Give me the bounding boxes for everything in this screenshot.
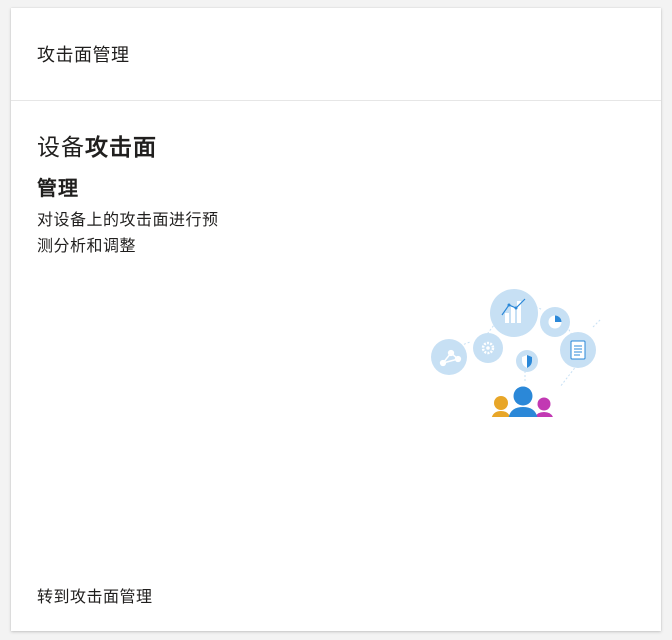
hero-title-line2: 管理 xyxy=(37,176,79,200)
pie-chart-icon xyxy=(540,307,570,337)
gear-icon xyxy=(473,333,503,363)
attack-surface-illustration xyxy=(431,289,602,417)
people-icon xyxy=(491,386,553,417)
hero-description: 对设备上的攻击面进行预测分析和调整 xyxy=(37,210,219,255)
share-node-icon xyxy=(431,339,467,375)
bar-chart-icon xyxy=(490,289,538,337)
card-header: 攻击面管理 xyxy=(11,8,661,101)
go-to-attack-surface-link[interactable]: 转到攻击面管理 xyxy=(37,583,153,607)
hero-title-light: 设备 xyxy=(37,135,85,161)
shield-icon xyxy=(516,350,538,372)
card-body: 设备攻击面 管理 对设备上的攻击面进行预测分析和调整 转到攻击面管理 xyxy=(11,101,661,631)
document-icon xyxy=(560,332,596,368)
hero-title-bold: 攻击面 xyxy=(85,135,157,161)
attack-surface-card: 攻击面管理 设备攻击面 管理 对设备上的攻击面进行预测分析和调整 转到攻击面管理 xyxy=(11,8,661,631)
card-title: 攻击面管理 xyxy=(37,45,130,66)
hero-title: 设备攻击面 管理 xyxy=(37,131,297,205)
hero-text: 设备攻击面 管理 对设备上的攻击面进行预测分析和调整 xyxy=(37,131,297,259)
